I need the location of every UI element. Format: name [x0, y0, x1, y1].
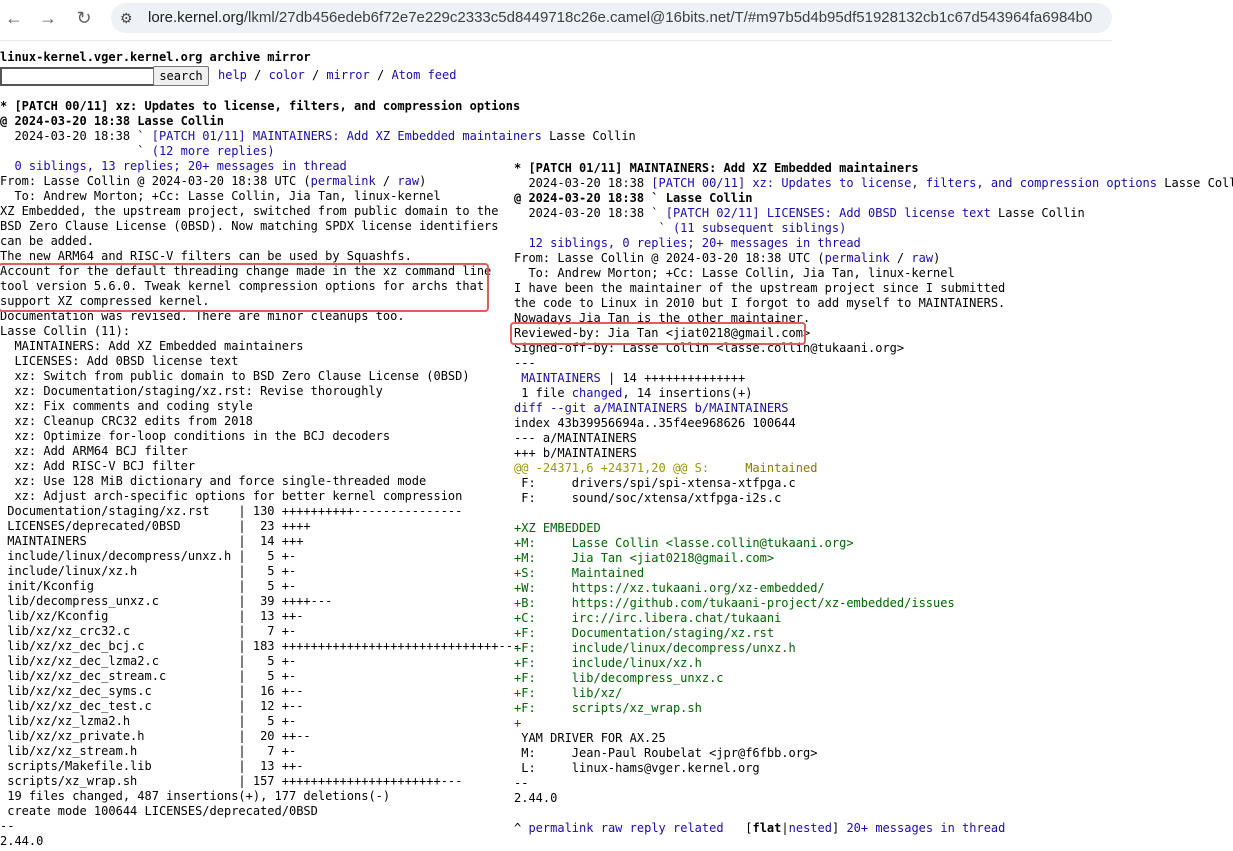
footer-related-link[interactable]: related [673, 821, 724, 835]
address-bar[interactable]: ⚙ lore.kernel.org/lkml/27db456edeb6f72e7… [111, 3, 1112, 33]
message-date-line: @ 2024-03-20 18:38 Lasse Collin [0, 114, 224, 128]
next-patch-link[interactable]: [PATCH 02/11] LICENSES: Add 0BSD license… [666, 206, 991, 220]
reload-icon[interactable]: ↻ [74, 8, 94, 28]
search-button[interactable]: search [153, 66, 209, 86]
help-link[interactable]: help [218, 68, 247, 82]
forward-icon[interactable]: → [38, 8, 58, 28]
permalink-link[interactable]: permalink [311, 174, 376, 188]
to-line: To: Andrew Morton; +Cc: Lasse Collin, Ji… [0, 189, 441, 203]
search-input[interactable] [0, 67, 158, 86]
siblings-link[interactable]: 12 siblings, 0 replies; 20+ messages in … [514, 236, 860, 250]
siblings-link[interactable]: 0 siblings, 13 replies; 20+ messages in … [0, 159, 346, 173]
message-date-line: @ 2024-03-20 18:38 ` Lasse Collin [514, 191, 753, 205]
footer-raw-link[interactable]: raw [601, 821, 623, 835]
browser-toolbar: ← → ↻ ⚙ lore.kernel.org/lkml/27db456edeb… [0, 0, 1112, 37]
page-title: linux-kernel.vger.kernel.org archive mir… [0, 50, 311, 64]
right-message: * [PATCH 01/11] MAINTAINERS: Add XZ Embe… [514, 161, 1233, 835]
site-info-icon[interactable]: ⚙ [120, 10, 133, 27]
footer-reply-link[interactable]: reply [630, 821, 666, 835]
footer-permalink-link[interactable]: permalink [528, 821, 593, 835]
mirror-link[interactable]: mirror [326, 68, 369, 82]
more-replies-link[interactable]: (12 more replies) [152, 144, 275, 158]
url-text: lore.kernel.org/lkml/27db456edeb6f72e7e2… [148, 9, 1092, 26]
back-icon[interactable]: ← [4, 8, 24, 28]
color-link[interactable]: color [269, 68, 305, 82]
stat-file-link[interactable]: MAINTAINERS [521, 371, 600, 385]
toolbar-divider [0, 40, 1112, 41]
header-links: help / color / mirror / Atom feed [218, 68, 457, 82]
diff-git-link[interactable]: diff --git a/MAINTAINERS b/MAINTAINERS [514, 401, 789, 415]
raw-link[interactable]: raw [911, 251, 933, 265]
thread-messages-link[interactable]: 20+ messages in thread [846, 821, 1005, 835]
diff-added-line: +XZ EMBEDDED [514, 521, 601, 535]
message-subject: * [PATCH 01/11] MAINTAINERS: Add XZ Embe… [514, 161, 919, 175]
url-path: /lkml/27db456edeb6f72e7e229c2333c5d84497… [243, 9, 1093, 26]
flat-view-label: flat [752, 821, 782, 835]
hunk-header: @@ -24371,6 +24371,20 @@ S: [514, 461, 710, 475]
reply-link[interactable]: [PATCH 01/11] MAINTAINERS: Add XZ Embedd… [152, 129, 542, 143]
thread-subject: * [PATCH 00/11] xz: Updates to license, … [0, 99, 521, 113]
highlight-box-reviewed-by [510, 322, 806, 345]
raw-link[interactable]: raw [397, 174, 419, 188]
files-changed-link[interactable]: changed [572, 386, 623, 400]
permalink-link[interactable]: permalink [825, 251, 890, 265]
nested-view-link[interactable]: nested [789, 821, 832, 835]
diffstat-line: Documentation/staging/xz.rst | 130 +++++… [0, 504, 463, 518]
to-line: To: Andrew Morton; +Cc: Lasse Collin, Ji… [514, 266, 955, 280]
parent-link[interactable]: [PATCH 00/11] xz: Updates to license, fi… [651, 176, 1157, 190]
subsequent-siblings-link[interactable]: (11 subsequent siblings) [673, 221, 846, 235]
atom-feed-link[interactable]: Atom feed [391, 68, 456, 82]
url-host: lore.kernel.org [148, 9, 244, 26]
highlight-box-license [0, 263, 489, 312]
